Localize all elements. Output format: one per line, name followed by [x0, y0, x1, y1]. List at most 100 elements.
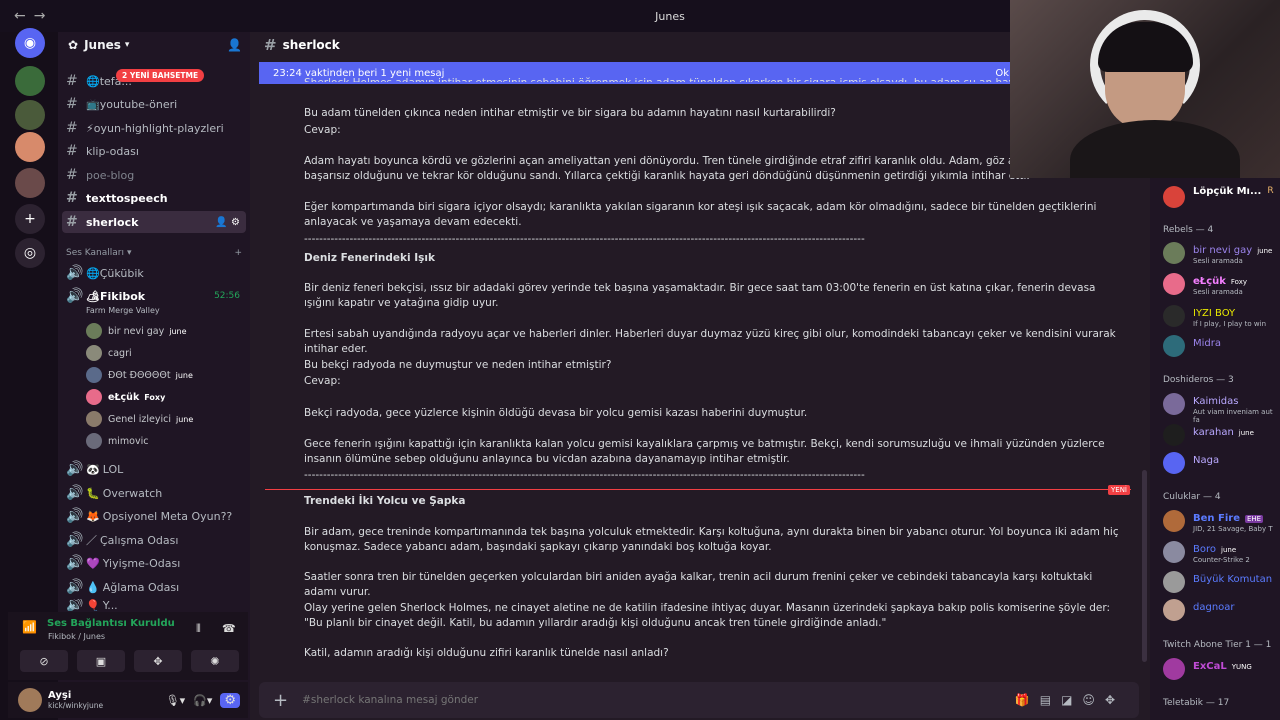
member-item[interactable]: Ben Fire EHE JID, 21 Savage, Baby T [1163, 510, 1273, 533]
member-item[interactable]: Boro june Counter-Strike 2 [1163, 541, 1250, 564]
message-input[interactable] [302, 694, 983, 706]
mention-badge[interactable]: 2 YENİ BAHSETME [116, 69, 205, 82]
channel-label: sherlock [86, 215, 139, 229]
member-item[interactable]: dagnoar [1163, 599, 1235, 621]
voice-location[interactable]: Fikibok / Junes [48, 632, 105, 641]
microphone-icon[interactable]: 🎙▾ [166, 694, 186, 707]
noise-suppression-icon[interactable]: ⦀ [196, 622, 201, 636]
add-server-icon[interactable]: + [15, 204, 45, 234]
explore-icon[interactable]: ◎ [15, 238, 45, 268]
invite-icon[interactable]: 👤 [227, 38, 242, 52]
emoji-icon[interactable]: ☺ [1082, 693, 1105, 707]
voice-user[interactable]: Genel izleyici june [86, 409, 193, 429]
camera-off-icon[interactable]: ⊘ [20, 650, 68, 672]
voice-user[interactable]: bir nevi gay june [86, 321, 187, 341]
member-item[interactable]: Naga [1163, 452, 1219, 474]
member-tag: EHE [1244, 515, 1264, 523]
voice-user[interactable]: mimovic [86, 431, 148, 451]
server-icon[interactable] [15, 66, 45, 96]
channel-label: Çalışma Odası [100, 533, 179, 547]
voice-channel[interactable]: 🔊 ／ Çalışma Odası [66, 529, 246, 551]
avatar[interactable] [18, 688, 42, 712]
server-icon[interactable] [15, 100, 45, 130]
new-messages-divider [265, 489, 1131, 490]
server-icon[interactable] [15, 168, 45, 198]
channel-emoji: 🌐 [86, 266, 100, 280]
channel-label: Opsiyonel Meta Oyun?? [102, 509, 233, 523]
voice-channel[interactable]: 🔊 🦊 Opsiyonel Meta Oyun?? [66, 505, 246, 527]
hash-icon: # [66, 143, 78, 159]
voice-channel[interactable]: 🔊 🐼 LOL [66, 458, 246, 480]
member-item[interactable]: bir nevi gay june Sesli aramada [1163, 242, 1272, 265]
message-text: Bu adam tünelden çıkınca neden intihar e… [304, 107, 836, 119]
channel-item[interactable]: # 📺 youtube-öneri [66, 93, 246, 115]
voice-channel[interactable]: 🔊 💧 Ağlama Odası [66, 576, 246, 598]
discord-home-icon[interactable]: ◉ [15, 28, 45, 58]
member-status: If I play, I play to win [1193, 320, 1267, 328]
avatar [1163, 242, 1185, 264]
voice-status[interactable]: Ses Bağlantısı Kuruldu [47, 618, 175, 629]
server-name: Junes [84, 38, 121, 52]
channel-item[interactable]: # klip-odası [66, 140, 246, 162]
gift-icon[interactable]: 🎁 [1015, 693, 1040, 707]
sticker-icon[interactable]: ◪ [1061, 693, 1082, 707]
speaker-icon: 🔊 [66, 599, 84, 611]
call-timer: 52:56 [214, 291, 240, 301]
member-name: Midra [1193, 338, 1221, 349]
channel-label: Yiyişme-Odası [102, 556, 181, 570]
apps-icon[interactable]: ✥ [1105, 693, 1125, 707]
member-item[interactable]: Kaimidas Aut viam inveniam aut fa [1163, 393, 1280, 424]
channel-emoji: ⚡ [86, 121, 94, 135]
member-tag: june [1257, 247, 1273, 255]
disconnect-icon[interactable]: ☎ [222, 622, 236, 635]
member-tag: Foxy [1230, 278, 1248, 286]
voice-channel[interactable]: 🔊 💜 Yiyişme-Odası [66, 552, 246, 574]
channel-item[interactable]: # ⚡ oyun-highlight-playzleri [66, 117, 246, 139]
voice-channel[interactable]: 🔊 🎈 Y... [66, 599, 246, 611]
member-item[interactable]: ExCaL YUNG [1163, 658, 1252, 680]
channel-emoji: 🎈 [86, 599, 100, 611]
add-channel-icon[interactable]: + [234, 248, 242, 258]
channel-emoji: 🐼 [86, 462, 100, 476]
activities-icon[interactable]: ✥ [134, 650, 182, 672]
member-item[interactable]: IYZI BOY If I play, I play to win [1163, 305, 1266, 328]
screen-share-icon[interactable]: ▣ [77, 650, 125, 672]
channel-label: youtube-öneri [99, 97, 178, 111]
channel-label: poe-blog [86, 168, 135, 182]
message-composer: + 🎁▤◪☺✥ [259, 682, 1139, 718]
soundboard-icon[interactable]: ✺ [191, 650, 239, 672]
add-attachment-icon[interactable]: + [273, 690, 288, 711]
user-settings-icon[interactable]: ⚙ [220, 692, 240, 708]
voice-user[interactable]: eŁçük Foxy [86, 387, 165, 407]
avatar [1163, 599, 1185, 621]
avatar [1163, 452, 1185, 474]
channel-item-sherlock[interactable]: # sherlock 👤 ⚙ [62, 211, 246, 233]
voice-channel[interactable]: 🔊 🐛 Overwatch [66, 482, 246, 504]
server-icon[interactable] [15, 132, 45, 162]
member-item[interactable]: Midra [1163, 335, 1221, 357]
headphones-icon[interactable]: 🎧▾ [193, 694, 212, 707]
member-item[interactable]: Büyük Komutan [1163, 571, 1272, 593]
member-status: Aut viam inveniam aut fa [1193, 408, 1273, 424]
voice-user[interactable]: ÐΘt ÐΘΘΘΘt june [86, 365, 193, 385]
avatar [1163, 541, 1185, 563]
member-name: bir nevi gay [1193, 245, 1253, 256]
settings-icon[interactable]: 👤 ⚙ [215, 217, 240, 228]
message-text: Bir deniz feneri bekçisi, ıssız bir adad… [304, 282, 1096, 309]
voice-category[interactable]: Ses Kanalları ▾ + [66, 248, 242, 258]
divider-text: ----------------------------------------… [304, 469, 865, 481]
member-item[interactable]: karahan june [1163, 424, 1254, 446]
member-item[interactable]: Löpçük Mı... R [1163, 186, 1274, 208]
hash-icon: # [66, 120, 78, 136]
voice-user[interactable]: cagri [86, 343, 132, 363]
channel-item[interactable]: # texttospeech [66, 187, 246, 209]
member-item[interactable]: eŁçük Foxy Sesli aramada [1163, 273, 1247, 296]
gif-icon[interactable]: ▤ [1040, 693, 1061, 707]
channel-item[interactable]: # poe-blog [66, 164, 246, 186]
hash-icon: # [66, 214, 78, 230]
channel-emoji: 💜 [86, 556, 100, 570]
scrollbar[interactable] [1142, 470, 1147, 662]
server-header[interactable]: ✿ Junes ▾ 👤 [58, 32, 250, 58]
voice-channel-active[interactable]: 🔊 🏕 Fikibok 52:56 [66, 285, 246, 307]
voice-channel[interactable]: 🔊 🌐 Çükübik [66, 262, 246, 284]
